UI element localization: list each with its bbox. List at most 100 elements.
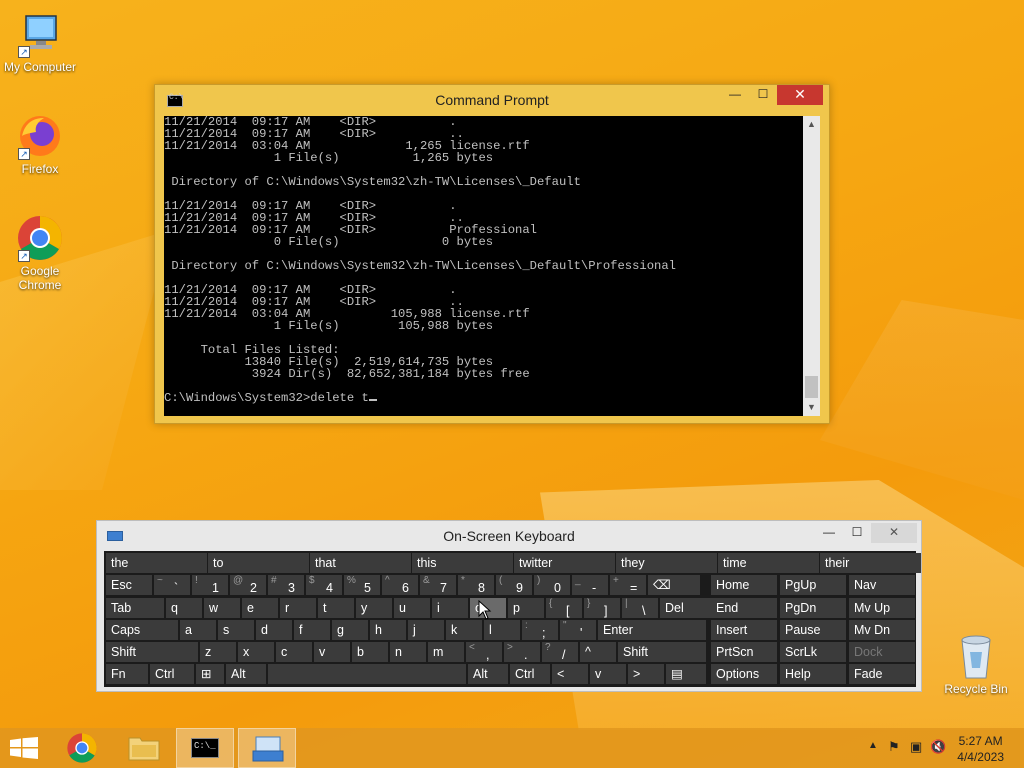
key-Fn[interactable]: Fn [106,664,148,684]
close-button[interactable]: ✕ [871,523,917,543]
key-t[interactable]: t [318,598,354,618]
key-j[interactable]: j [408,620,444,640]
key-y[interactable]: y [356,598,392,618]
console-output[interactable]: 11/21/2014 09:17 AM <DIR> . 11/21/2014 0… [164,116,804,416]
minimize-button[interactable]: — [721,85,749,105]
key-6[interactable]: ^ 6 [382,575,418,595]
key-.[interactable]: >. [504,642,540,662]
key-d[interactable]: d [256,620,292,640]
key-pause[interactable]: Pause [780,620,846,640]
word-suggestion[interactable]: this [412,553,513,573]
key-z[interactable]: z [200,642,236,662]
key-Alt[interactable]: Alt [226,664,266,684]
action-center-flag-icon[interactable]: ⚑ [888,739,900,755]
clock[interactable]: 5:27 AM 4/4/2023 [957,733,1004,765]
word-suggestion[interactable]: the [106,553,207,573]
key-scrlk[interactable]: ScrLk [780,642,846,662]
key-Caps[interactable]: Caps [106,620,178,640]
key-[[interactable]: {[ [546,598,582,618]
key-Shift[interactable]: Shift [106,642,198,662]
key-4[interactable]: $4 [306,575,342,595]
key-mv-up[interactable]: Mv Up [849,598,915,618]
on-screen-keyboard-window[interactable]: On-Screen Keyboard — ☐ ✕ the to that this tw… [96,520,922,692]
key-s[interactable]: s [218,620,254,640]
key-f[interactable]: f [294,620,330,640]
key-dock[interactable]: Dock [849,642,915,662]
key-^[interactable]: ^ [580,642,616,662]
key-5[interactable]: % 5 [344,575,380,595]
key-\[interactable]: | \ [622,598,658,618]
key-options[interactable]: Options [711,664,777,684]
key-g[interactable]: g [332,620,368,640]
word-suggestion[interactable]: their [820,553,921,573]
key-fade[interactable]: Fade [849,664,915,684]
key-2[interactable]: @2 [230,575,266,595]
key-[interactable]: _ - [572,575,608,595]
key-⊞[interactable]: ⊞ [196,664,224,684]
key-Esc[interactable]: Esc [106,575,152,595]
title-bar[interactable]: On-Screen Keyboard — ☐ ✕ [97,521,921,551]
key-m[interactable]: m [428,642,464,662]
key-end[interactable]: End [711,598,777,618]
key-nav[interactable]: Nav [849,575,915,595]
key-Alt[interactable]: Alt [468,664,508,684]
key-[interactable]: + = [610,575,646,595]
word-suggestion[interactable]: that [310,553,411,573]
key-1[interactable]: ! 1 [192,575,228,595]
key-p[interactable]: p [508,598,544,618]
key-<[interactable]: < [552,664,588,684]
close-button[interactable]: ✕ [777,85,823,105]
taskbar-on-screen-keyboard[interactable] [238,728,296,768]
word-suggestion[interactable]: to [208,553,309,573]
key-[interactable]: ⌫ [648,575,700,595]
scroll-up-arrow-icon[interactable]: ▲ [803,116,820,133]
key-/[interactable]: ? / [542,642,578,662]
key->[interactable]: > [628,664,664,684]
key-,[interactable]: <, [466,642,502,662]
key-prtscn[interactable]: PrtScn [711,642,777,662]
key-9[interactable]: (9 [496,575,532,595]
key-▤[interactable]: ▤ [666,664,706,684]
key-i[interactable]: i [432,598,468,618]
key-x[interactable]: x [238,642,274,662]
network-icon[interactable]: ▣ [910,739,922,755]
command-prompt-window[interactable]: C:\ Command Prompt — ☐ ✕ 11/21/2014 09:1… [154,84,830,424]
taskbar-file-explorer[interactable] [116,728,172,768]
key-e[interactable]: e [242,598,278,618]
show-hidden-icons-chevron-icon[interactable]: ▲ [868,740,878,751]
key-mv-dn[interactable]: Mv Dn [849,620,915,640]
key-Ctrl[interactable]: Ctrl [150,664,194,684]
key-Ctrl[interactable]: Ctrl [510,664,550,684]
key-n[interactable]: n [390,642,426,662]
taskbar-chrome[interactable] [54,728,110,768]
key-Del[interactable]: Del [660,598,712,618]
key-0[interactable]: ) 0 [534,575,570,595]
scroll-thumb[interactable] [805,376,818,398]
key-pgdn[interactable]: PgDn [780,598,846,618]
key-Tab[interactable]: Tab [106,598,164,618]
key-a[interactable]: a [180,620,216,640]
key-l[interactable]: l [484,620,520,640]
scroll-down-arrow-icon[interactable]: ▼ [803,399,820,416]
desktop-icon-google-chrome[interactable]: ↗ Google Chrome [0,214,80,292]
start-button[interactable] [0,728,56,768]
taskbar-command-prompt[interactable]: C:\_ [176,728,234,768]
key-;[interactable]: :; [522,620,558,640]
key-k[interactable]: k [446,620,482,640]
key-pgup[interactable]: PgUp [780,575,846,595]
word-suggestion[interactable]: time [718,553,819,573]
desktop-icon-firefox[interactable]: ↗ Firefox [0,112,80,176]
key-u[interactable]: u [394,598,430,618]
key-help[interactable]: Help [780,664,846,684]
minimize-button[interactable]: — [815,523,843,543]
key-r[interactable]: r [280,598,316,618]
key-Enter[interactable]: Enter [598,620,706,640]
key-3[interactable]: #3 [268,575,304,595]
key-[interactable]: ~ ` [154,575,190,595]
key-8[interactable]: * 8 [458,575,494,595]
word-suggestion[interactable]: twitter [514,553,615,573]
key-home[interactable]: Home [711,575,777,595]
desktop-icon-recycle-bin[interactable]: Recycle Bin [936,632,1016,696]
key-c[interactable]: c [276,642,312,662]
maximize-button[interactable]: ☐ [843,523,871,543]
